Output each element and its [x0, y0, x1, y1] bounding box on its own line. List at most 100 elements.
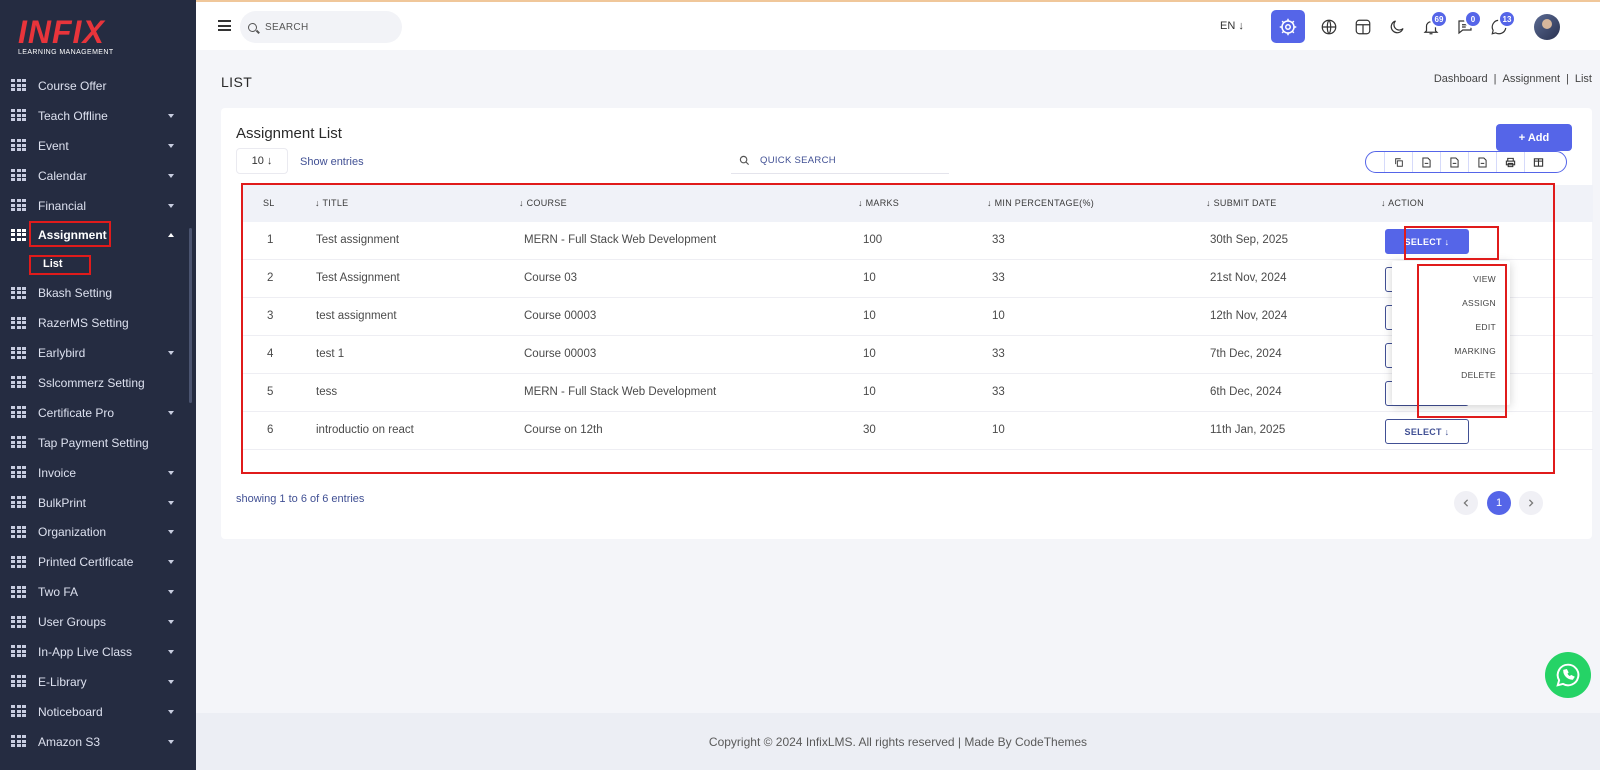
caret-down-icon	[168, 173, 174, 178]
excel-button[interactable]	[1440, 152, 1468, 172]
logo[interactable]: INFIX LEARNING MANAGEMENT	[18, 16, 114, 56]
sidebar-item-razerms-setting[interactable]: RazerMS Setting	[0, 308, 196, 338]
footer: Copyright © 2024 InfixLMS. All rights re…	[196, 713, 1600, 770]
search-input[interactable]: SEARCH	[240, 11, 402, 43]
sidebar-item-label: Calendar	[38, 168, 87, 183]
grid-icon	[11, 286, 26, 300]
columns-button[interactable]	[1524, 152, 1552, 172]
sidebar-item-noticeboard[interactable]: Noticeboard	[0, 697, 196, 727]
globe-icon[interactable]	[1320, 18, 1338, 36]
quick-search-placeholder: QUICK SEARCH	[760, 155, 836, 166]
entries-select[interactable]: 10 ↓	[236, 148, 288, 174]
sidebar-item-label: BulkPrint	[38, 495, 87, 510]
grid-icon	[11, 645, 26, 658]
topbar: SEARCH EN ↓ 69 0 13	[196, 0, 1600, 50]
layout-icon[interactable]	[1354, 18, 1372, 36]
grid-icon	[11, 228, 26, 242]
grid-icon	[11, 109, 26, 122]
grid-icon	[11, 615, 26, 629]
whatsapp-button[interactable]	[1545, 652, 1591, 698]
sidebar-item-amazon-s3[interactable]: Amazon S3	[0, 727, 196, 757]
sidebar-item-sslcommerz-setting[interactable]: Sslcommerz Setting	[0, 368, 196, 398]
grid-icon	[11, 406, 26, 419]
sidebar-item-event[interactable]: Event	[0, 131, 196, 161]
sidebar-item-label: Course Offer	[38, 78, 107, 93]
sidebar-item-teach-offline[interactable]: Teach Offline	[0, 101, 196, 131]
chat-badge: 13	[1498, 10, 1516, 28]
sidebar-item-bulkprint[interactable]: BulkPrint	[0, 488, 196, 518]
sidebar-item-invoice[interactable]: Invoice	[0, 458, 196, 488]
export-buttons	[1365, 151, 1567, 173]
caret-down-icon	[168, 739, 174, 744]
caret-down-icon	[168, 590, 174, 595]
quick-search-input[interactable]: QUICK SEARCH	[731, 148, 949, 174]
sidebar-item-label: E-Library	[38, 674, 87, 689]
grid-icon	[11, 169, 26, 182]
file-icon	[1478, 157, 1487, 167]
caret-up-icon	[168, 233, 174, 238]
grid-icon	[11, 436, 26, 449]
breadcrumb-list[interactable]: List	[1575, 73, 1592, 85]
prev-page-button[interactable]	[1454, 491, 1478, 515]
sidebar-item-label: RazerMS Setting	[38, 316, 129, 331]
sidebar-scrollbar[interactable]	[189, 228, 192, 403]
breadcrumb-assignment[interactable]: Assignment	[1503, 73, 1560, 85]
grid-icon	[11, 466, 26, 479]
sidebar-item-financial[interactable]: Financial	[0, 191, 196, 221]
sidebar-item-label: Two FA	[38, 585, 79, 600]
add-button[interactable]: + Add	[1496, 124, 1572, 151]
caret-down-icon	[168, 143, 174, 148]
breadcrumb: Dashboard | Assignment | List	[1434, 73, 1592, 85]
sidebar-item-in-app-live-class[interactable]: In-App Live Class	[0, 637, 196, 667]
sidebar-item-two-fa[interactable]: Two FA	[0, 577, 196, 607]
breadcrumb-separator: |	[1493, 73, 1497, 85]
search-placeholder: SEARCH	[265, 21, 309, 33]
copy-button[interactable]	[1384, 152, 1412, 172]
sidebar-item-tap-payment-setting[interactable]: Tap Payment Setting	[0, 428, 196, 458]
copy-icon	[1394, 157, 1403, 167]
breadcrumb-dashboard[interactable]: Dashboard	[1434, 73, 1488, 85]
grid-icon	[11, 79, 26, 92]
sidebar-item-e-library[interactable]: E-Library	[0, 667, 196, 697]
print-button[interactable]	[1496, 152, 1524, 172]
pdf-button[interactable]	[1468, 152, 1496, 172]
search-icon	[739, 155, 750, 166]
gear-icon	[1279, 18, 1297, 35]
file-icon	[1422, 157, 1431, 167]
chevron-right-icon	[1528, 499, 1534, 507]
search-icon	[248, 22, 257, 32]
grid-icon	[11, 525, 26, 539]
sidebar-item-label: Earlybird	[38, 346, 86, 361]
sidebar-item-earlybird[interactable]: Earlybird	[0, 338, 196, 368]
settings-button[interactable]	[1271, 10, 1305, 43]
sidebar-item-user-groups[interactable]: User Groups	[0, 607, 196, 637]
language-select[interactable]: EN ↓	[1220, 20, 1244, 32]
caret-down-icon	[168, 500, 174, 505]
moon-icon[interactable]	[1388, 18, 1406, 36]
sidebar-item-label: Invoice	[38, 465, 77, 480]
avatar[interactable]	[1534, 14, 1560, 40]
next-page-button[interactable]	[1519, 491, 1543, 515]
grid-icon	[11, 555, 26, 569]
logo-tagline: LEARNING MANAGEMENT	[18, 49, 114, 56]
highlight-assignment	[29, 221, 111, 247]
sidebar-item-certificate-pro[interactable]: Certificate Pro	[0, 398, 196, 428]
grid-icon	[11, 585, 26, 599]
pagination-info: showing 1 to 6 of 6 entries	[236, 493, 365, 505]
csv-button[interactable]	[1412, 152, 1440, 172]
sidebar-item-label: Financial	[38, 198, 87, 213]
sidebar-item-course-offer[interactable]: Course Offer	[0, 71, 196, 101]
sidebar-item-label: Sslcommerz Setting	[38, 375, 145, 390]
grid-icon	[11, 496, 26, 509]
sidebar-item-printed-certificate[interactable]: Printed Certificate	[0, 547, 196, 577]
highlight-list	[29, 255, 91, 275]
page-title: LIST	[221, 74, 253, 90]
menu-toggle-icon[interactable]	[218, 20, 231, 34]
file-icon	[1450, 157, 1459, 167]
sidebar-item-calendar[interactable]: Calendar	[0, 161, 196, 191]
sidebar-item-organization[interactable]: Organization	[0, 517, 196, 547]
page-button-current[interactable]: 1	[1487, 491, 1511, 515]
sidebar-item-label: Printed Certificate	[38, 555, 134, 570]
sidebar-item-bkash-setting[interactable]: Bkash Setting	[0, 278, 196, 308]
grid-icon	[11, 735, 26, 748]
